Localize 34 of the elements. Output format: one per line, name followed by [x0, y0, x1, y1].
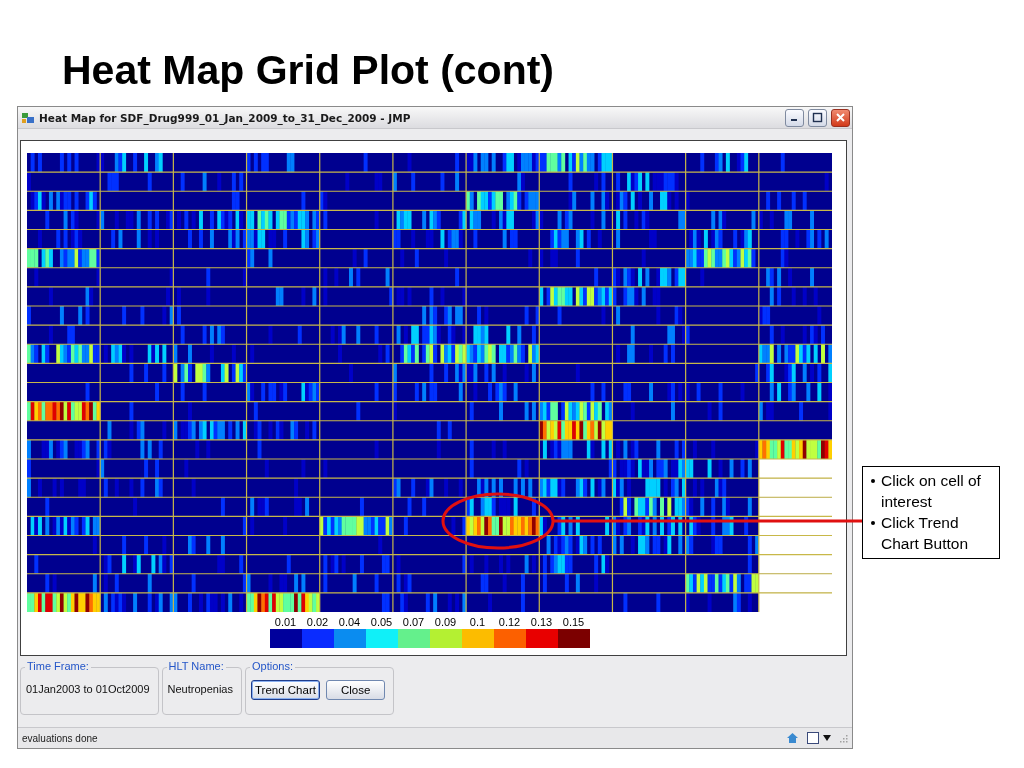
app-icon [21, 111, 35, 124]
group-value: Neutropenias [167, 683, 233, 695]
legend-label: 0.09 [434, 615, 457, 629]
dropdown-icon[interactable] [823, 735, 831, 741]
dialog-button[interactable]: Close [325, 680, 386, 700]
legend-label: 0.13 [530, 615, 553, 629]
dialog-button[interactable]: Trend Chart [251, 680, 320, 700]
group-label: HLT Name: [166, 660, 226, 672]
legend-label: 0.12 [498, 615, 521, 629]
group-label: Time Frame: [25, 660, 91, 672]
legend-label: 0.07 [402, 615, 425, 629]
close-icon [835, 112, 846, 123]
status-text: evaluations done [22, 732, 99, 744]
callout-text: Click on cell of interest [881, 471, 981, 512]
slide-title: Heat Map Grid Plot (cont) [62, 46, 554, 95]
bullet-icon [871, 479, 875, 483]
checkbox-icon[interactable] [807, 732, 819, 744]
legend-label: 0.01 [274, 615, 297, 629]
legend-label: 0.1 [469, 615, 486, 629]
window-title: Heat Map for SDF_Drug999_01_Jan_2009_to_31_Dec_2009 - JMP [39, 111, 412, 124]
callout-text: Click Trend Chart Button [881, 513, 970, 554]
bullet-icon [871, 521, 875, 525]
group-value: 01Jan2003 to 01Oct2009 [26, 683, 150, 695]
maximize-icon [812, 112, 823, 123]
legend-label: 0.15 [562, 615, 585, 629]
maximize-button[interactable] [808, 108, 827, 127]
legend-label: 0.05 [370, 615, 393, 629]
home-icon[interactable] [786, 732, 799, 744]
minimize-button[interactable] [785, 108, 804, 127]
legend-label: 0.04 [338, 615, 361, 629]
resize-grip-icon[interactable] [839, 733, 848, 743]
close-button[interactable] [831, 108, 850, 127]
legend-label: 0.02 [306, 615, 329, 629]
group-label: Options: [250, 660, 295, 672]
